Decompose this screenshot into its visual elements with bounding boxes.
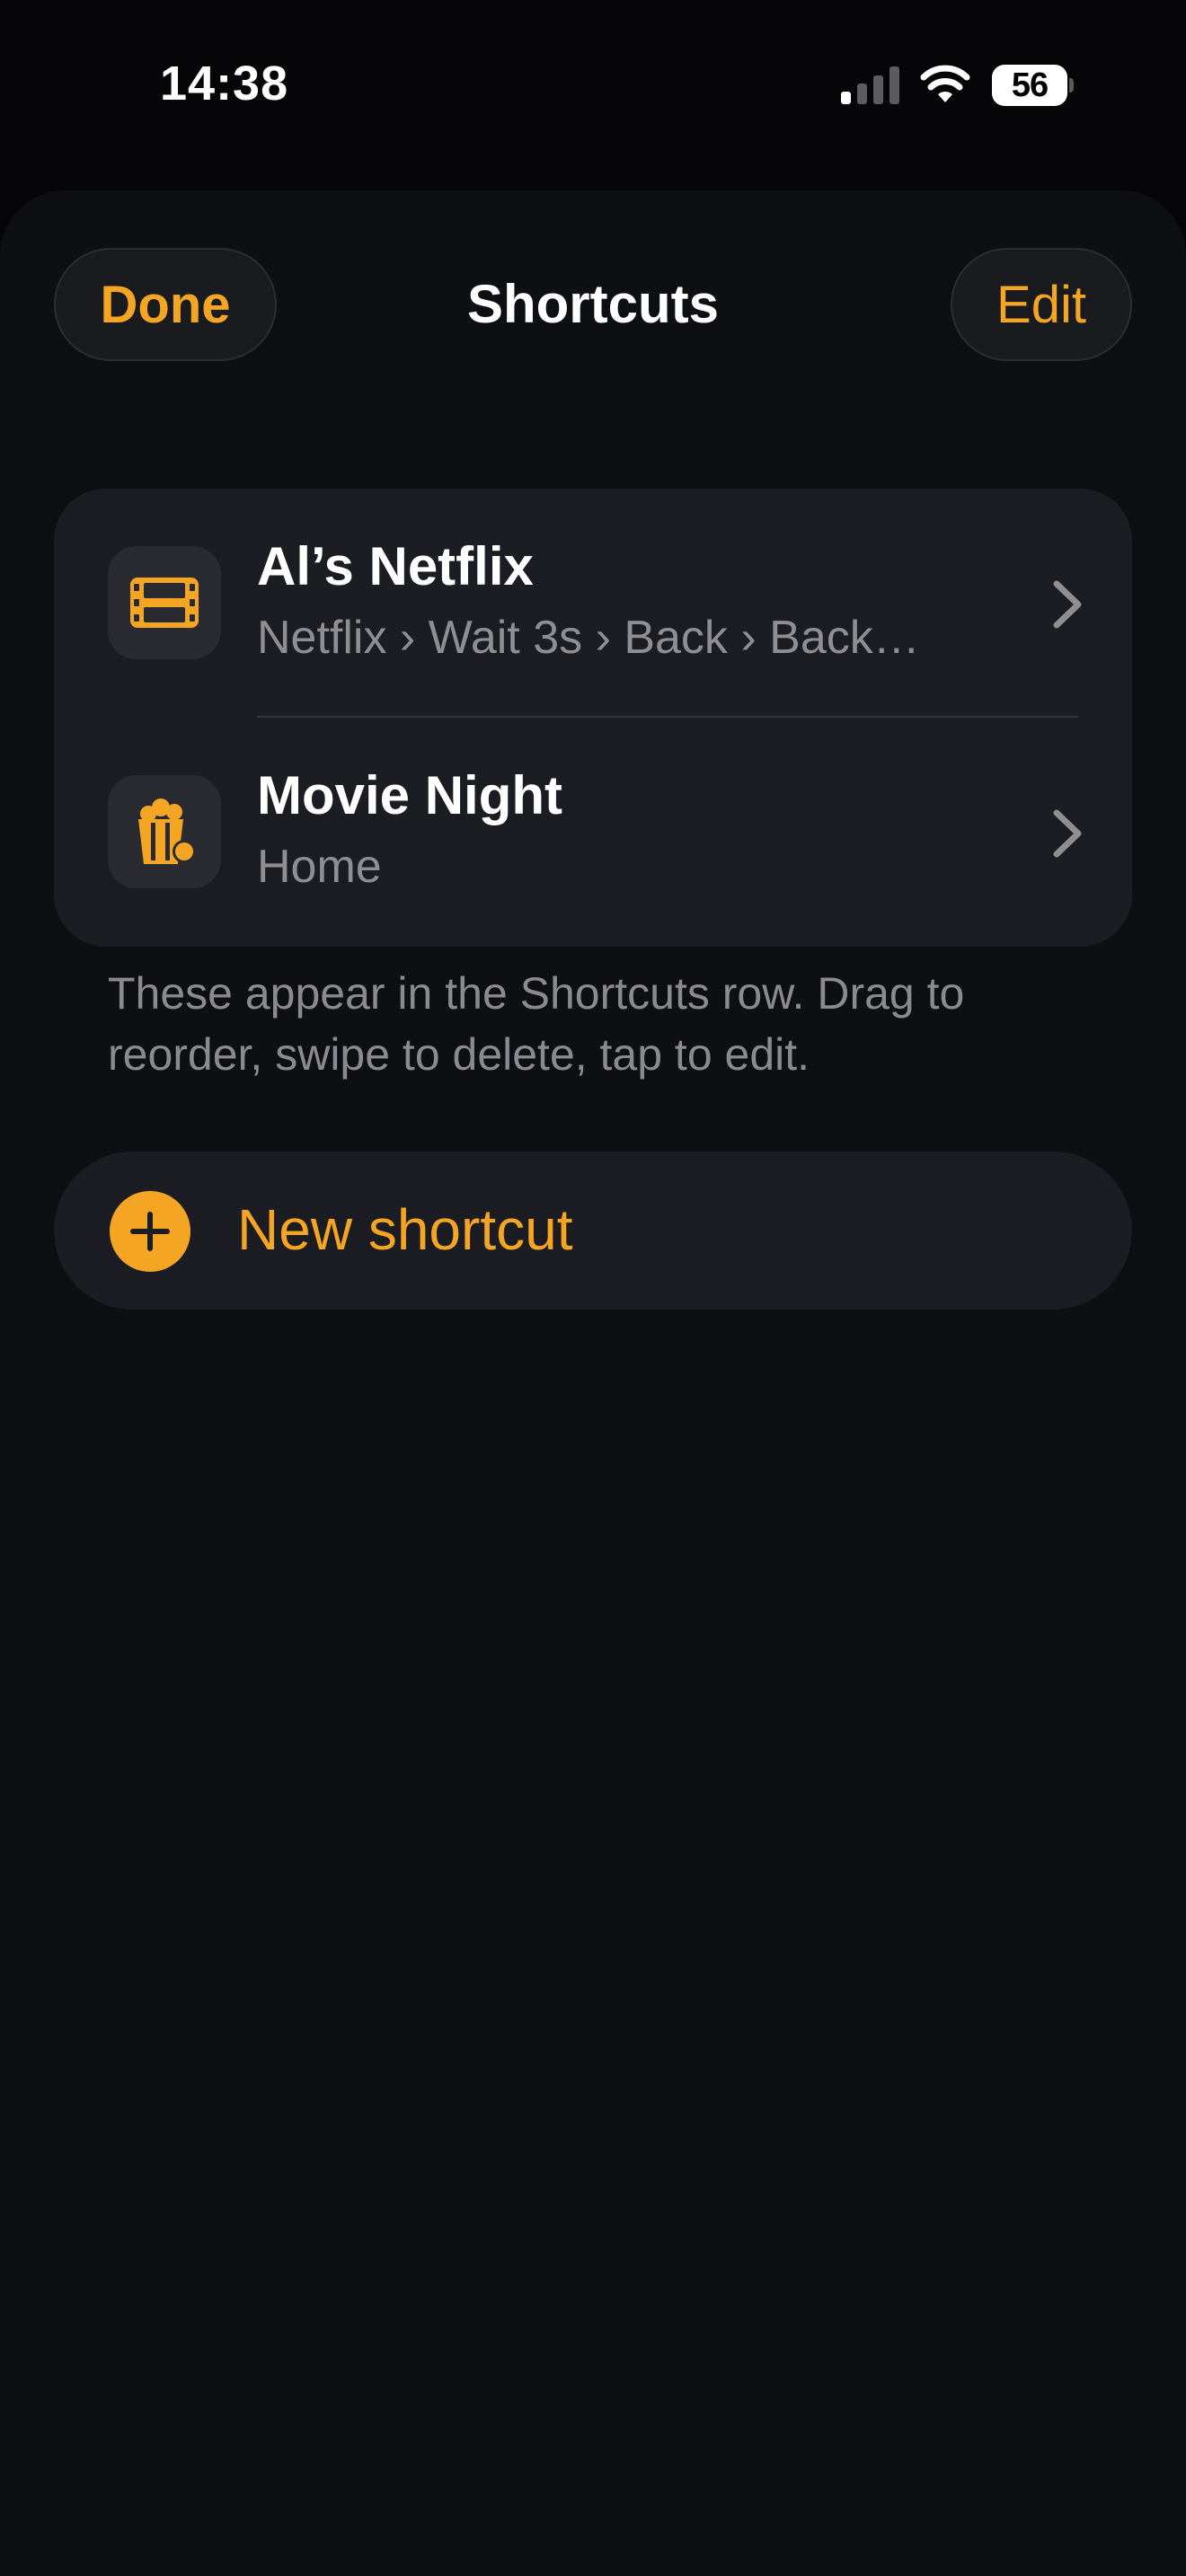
- status-time: 14:38: [160, 57, 289, 110]
- new-shortcut-label: New shortcut: [237, 1197, 573, 1262]
- shortcuts-list: Al’s Netflix Netflix › Wait 3s › Back › …: [54, 489, 1132, 947]
- battery-cap: [1069, 78, 1074, 93]
- shortcut-row-movie-night[interactable]: Movie Night Home: [54, 718, 1132, 947]
- shortcut-title: Al’s Netflix: [257, 536, 534, 596]
- plus-icon: [130, 1212, 170, 1251]
- status-bar: 14:38 56: [0, 0, 1186, 180]
- battery-level: 56: [992, 65, 1067, 106]
- chevron-right-icon: [1053, 580, 1082, 629]
- list-footnote: These appear in the Shortcuts row. Drag …: [108, 968, 965, 1080]
- chevron-right-icon: [1053, 809, 1082, 858]
- plus-circle-icon: [110, 1191, 190, 1272]
- shortcuts-sheet: Done Shortcuts Edit Al’s Netflix Netflix…: [0, 190, 1186, 2576]
- wifi-icon: [920, 65, 970, 102]
- shortcut-title: Movie Night: [257, 765, 562, 825]
- shortcut-row-als-netflix[interactable]: Al’s Netflix Netflix › Wait 3s › Back › …: [54, 489, 1132, 718]
- shortcut-subtitle: Netflix › Wait 3s › Back › Back…: [257, 612, 920, 664]
- edit-button[interactable]: Edit: [951, 248, 1132, 361]
- shortcut-icon-tile: [108, 775, 221, 888]
- shortcut-icon-tile: [108, 546, 221, 659]
- shortcut-subtitle: Home: [257, 841, 382, 893]
- popcorn-icon: [138, 798, 196, 864]
- shortcuts-screen: 14:38 56 Done Shortcuts Edit Al’s Netfli…: [0, 0, 1186, 2576]
- sheet-header: Done Shortcuts Edit: [0, 190, 1186, 424]
- new-shortcut-button[interactable]: New shortcut: [54, 1151, 1132, 1310]
- battery-icon: 56: [992, 65, 1074, 106]
- cellular-signal-icon: [841, 66, 899, 104]
- film-icon: [130, 578, 199, 628]
